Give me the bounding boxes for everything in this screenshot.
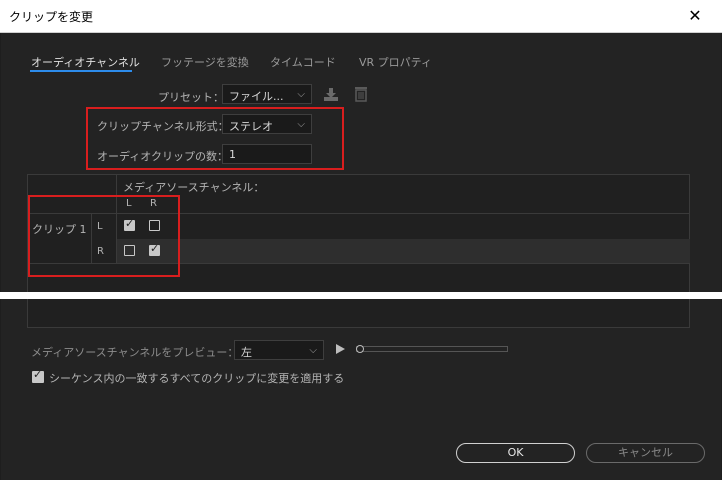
tab-timecode[interactable]: タイムコード xyxy=(270,54,336,70)
apply-all-label: シーケンス内の一致するすべてのクリップに変更を適用する xyxy=(49,372,345,385)
preset-value: ファイル... xyxy=(229,90,284,103)
image-splice-gap xyxy=(0,292,722,299)
chevron-down-icon: ⌵ xyxy=(309,345,317,356)
close-icon[interactable]: ✕ xyxy=(684,5,706,27)
preview-channel-dropdown[interactable]: 左 ⌵ xyxy=(234,340,324,360)
matrix-highlight-box xyxy=(28,195,180,277)
scrubber-handle[interactable] xyxy=(356,345,364,353)
format-value: ステレオ xyxy=(229,120,273,133)
cancel-button[interactable]: キャンセル xyxy=(586,443,705,463)
play-icon[interactable] xyxy=(334,343,346,355)
preset-dropdown[interactable]: ファイル... ⌵ xyxy=(222,84,312,104)
preview-label: メディアソースチャンネルをプレビュー： xyxy=(31,346,239,359)
ok-button[interactable]: OK xyxy=(456,443,575,463)
tab-audio-channels[interactable]: オーディオチャンネル xyxy=(31,54,140,70)
preview-value: 左 xyxy=(241,346,252,359)
audio-clips-label: オーディオクリップの数： xyxy=(97,150,229,163)
title-bar: クリップを変更 ✕ xyxy=(0,0,722,33)
chevron-down-icon: ⌵ xyxy=(297,119,305,130)
audio-clips-input[interactable]: 1 xyxy=(222,144,312,164)
selected-row-highlight xyxy=(117,239,690,263)
format-label: クリップチャンネル形式： xyxy=(97,120,229,133)
chevron-down-icon: ⌵ xyxy=(297,89,305,100)
preset-label: プリセット： xyxy=(158,91,224,104)
preview-scrubber[interactable] xyxy=(356,346,508,352)
tab-footage[interactable]: フッテージを変換 xyxy=(161,54,249,70)
apply-all-checkbox[interactable] xyxy=(32,368,44,383)
audio-clips-value: 1 xyxy=(229,148,236,161)
window-title: クリップを変更 xyxy=(9,10,94,24)
active-tab-indicator xyxy=(30,70,132,72)
tab-vr-properties[interactable]: VR プロパティ xyxy=(359,54,432,70)
save-preset-icon[interactable] xyxy=(322,86,340,102)
format-dropdown[interactable]: ステレオ ⌵ xyxy=(222,114,312,134)
source-channel-header: メディアソースチャンネル： xyxy=(123,181,265,194)
delete-preset-icon[interactable] xyxy=(354,86,368,102)
